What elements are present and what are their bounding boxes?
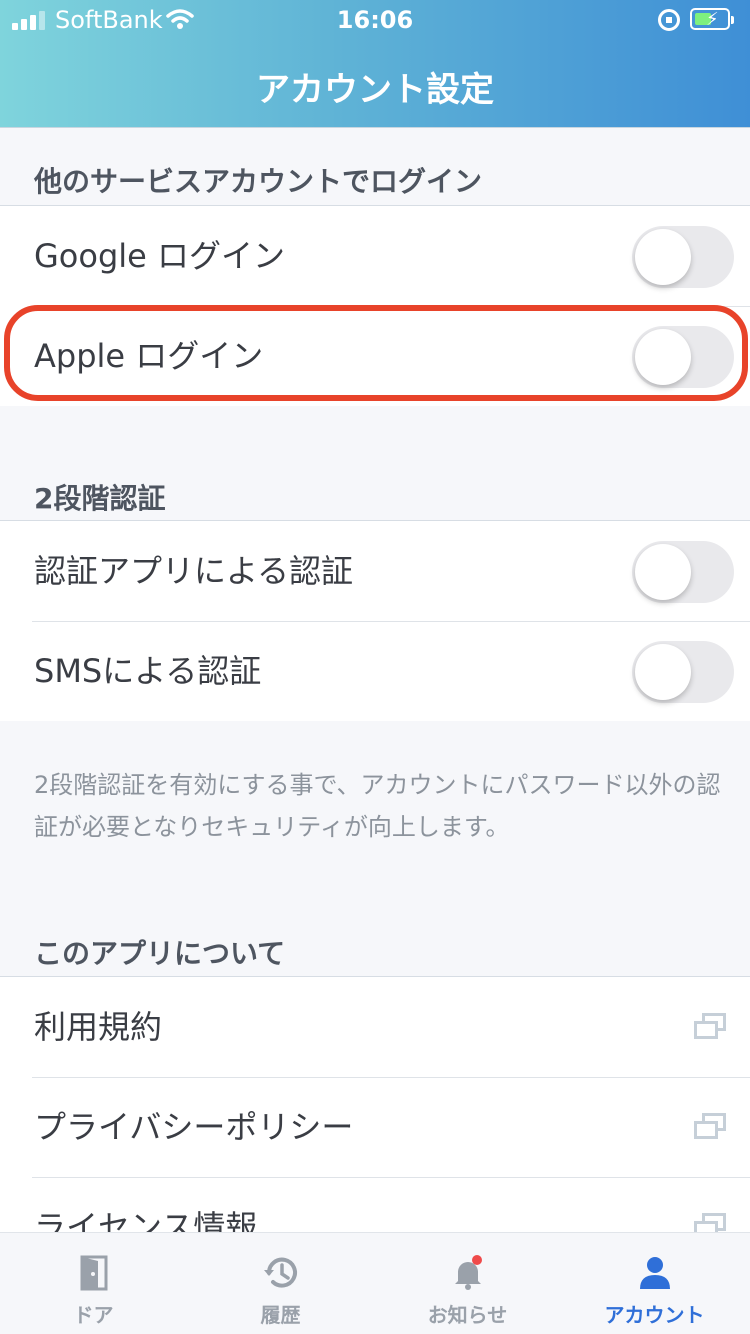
external-link-icon bbox=[694, 1113, 726, 1141]
section-header-service-login: 他のサービスアカウントでログイン bbox=[34, 165, 483, 198]
person-icon bbox=[639, 1257, 670, 1289]
page-title: アカウント設定 bbox=[256, 70, 494, 110]
highlight-annotation bbox=[4, 305, 748, 401]
auth-app-row: 認証アプリによる認証 bbox=[0, 521, 750, 621]
auth-app-toggle[interactable] bbox=[632, 541, 734, 603]
status-bar: SoftBank 16:06 ⚡ bbox=[0, 0, 750, 40]
section-header-about: このアプリについて bbox=[34, 937, 286, 970]
notification-badge bbox=[471, 1255, 482, 1265]
tab-account[interactable]: アカウント bbox=[561, 1233, 748, 1334]
tab-history-label: 履歴 bbox=[260, 1303, 301, 1327]
toggle-knob bbox=[635, 544, 691, 600]
tab-door-label: ドア bbox=[73, 1303, 114, 1327]
sms-auth-label: SMSによる認証 bbox=[34, 652, 262, 690]
status-time: 16:06 bbox=[336, 6, 414, 34]
door-icon bbox=[80, 1255, 107, 1291]
two-factor-note: 2段階認証を有効にする事で、アカウントにパスワード以外の認証が必要となりセキュリ… bbox=[34, 771, 721, 841]
history-icon bbox=[263, 1257, 297, 1288]
google-login-toggle[interactable] bbox=[632, 226, 734, 288]
tab-notifications[interactable]: お知らせ bbox=[374, 1233, 561, 1334]
tab-account-label: アカウント bbox=[604, 1303, 705, 1327]
google-login-row: Google ログイン bbox=[0, 206, 750, 306]
two-factor-group: 認証アプリによる認証 SMSによる認証 bbox=[0, 520, 750, 721]
tab-notifications-label: お知らせ bbox=[427, 1303, 508, 1327]
rotation-lock-icon bbox=[658, 9, 680, 31]
toggle-knob bbox=[635, 644, 691, 700]
navigation-header: SoftBank 16:06 ⚡ アカウント設定 bbox=[0, 0, 750, 128]
terms-label: 利用規約 bbox=[34, 1008, 163, 1046]
tab-history[interactable]: 履歴 bbox=[187, 1233, 374, 1334]
privacy-policy-label: プライバシーポリシー bbox=[34, 1108, 354, 1146]
google-login-label: Google ログイン bbox=[34, 237, 286, 275]
toggle-knob bbox=[635, 229, 691, 285]
tab-door[interactable]: ドア bbox=[0, 1233, 187, 1334]
sms-auth-row: SMSによる認証 bbox=[0, 621, 750, 721]
privacy-policy-row[interactable]: プライバシーポリシー bbox=[0, 1077, 750, 1177]
bell-icon bbox=[454, 1255, 482, 1290]
terms-row[interactable]: 利用規約 bbox=[0, 977, 750, 1077]
section-header-two-factor: 2段階認証 bbox=[34, 482, 166, 515]
auth-app-label: 認証アプリによる認証 bbox=[34, 552, 354, 590]
tab-bar: ドア 履歴 お知らせ アカウント bbox=[0, 1232, 750, 1334]
battery-icon: ⚡ bbox=[690, 8, 734, 30]
external-link-icon bbox=[694, 1013, 726, 1041]
sms-auth-toggle[interactable] bbox=[632, 641, 734, 703]
